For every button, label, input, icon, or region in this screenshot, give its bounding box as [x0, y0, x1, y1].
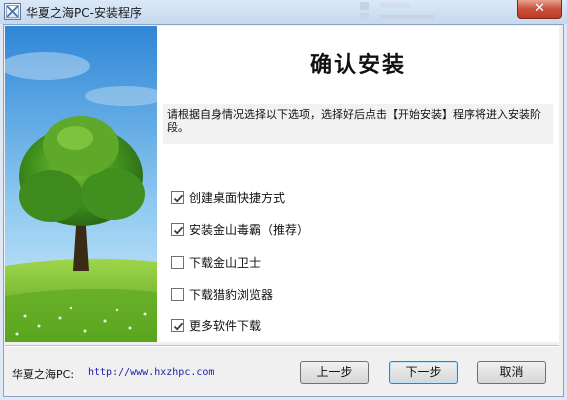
option-label: 更多软件下载: [189, 318, 262, 333]
footer-url-link[interactable]: http://www.hxzhpc.com: [88, 367, 214, 378]
instruction-box: 请根据自身情况选择以下选项，选择好后点击【开始安装】程序将进入安装阶段。: [163, 104, 553, 144]
prev-button[interactable]: 上一步: [300, 361, 369, 384]
checkbox-download-browser[interactable]: [171, 287, 184, 301]
option-label: 下载金山卫士: [189, 255, 262, 270]
option-download-browser[interactable]: 下载猎豹浏览器: [171, 285, 273, 303]
next-button[interactable]: 下一步: [389, 361, 458, 384]
title-bar[interactable]: 华夏之海PC-安装程序 ✕: [0, 0, 567, 24]
option-more-software[interactable]: 更多软件下载: [171, 316, 261, 334]
footer-brand: 华夏之海PC:: [12, 368, 75, 381]
cancel-button[interactable]: 取消: [477, 361, 546, 384]
content-panel: 确认安装 请根据自身情况选择以下选项，选择好后点击【开始安装】程序将进入安装阶段…: [157, 26, 559, 342]
option-label: 安装金山毒霸（推荐）: [189, 222, 310, 237]
sidebar-tree-image: [5, 26, 157, 342]
instruction-text: 请根据自身情况选择以下选项，选择好后点击【开始安装】程序将进入安装阶段。: [167, 108, 541, 134]
checkbox-more-software[interactable]: [171, 318, 184, 332]
option-label: 下载猎豹浏览器: [189, 287, 274, 302]
option-label: 创建桌面快捷方式: [189, 190, 286, 205]
option-desktop-shortcut[interactable]: 创建桌面快捷方式: [171, 188, 285, 206]
checkbox-install-antivirus[interactable]: [171, 222, 184, 236]
option-download-guard[interactable]: 下载金山卫士: [171, 253, 261, 271]
background-window-ghost: [355, 0, 505, 24]
checkbox-desktop-shortcut[interactable]: [171, 190, 184, 204]
checkbox-download-guard[interactable]: [171, 255, 184, 269]
close-button[interactable]: ✕: [517, 0, 562, 19]
window-title: 华夏之海PC-安装程序: [26, 6, 142, 20]
page-title: 确认安装: [309, 52, 406, 78]
option-install-antivirus[interactable]: 安装金山毒霸（推荐）: [171, 220, 309, 238]
installer-icon: [4, 3, 21, 20]
footer-divider: [5, 345, 559, 347]
